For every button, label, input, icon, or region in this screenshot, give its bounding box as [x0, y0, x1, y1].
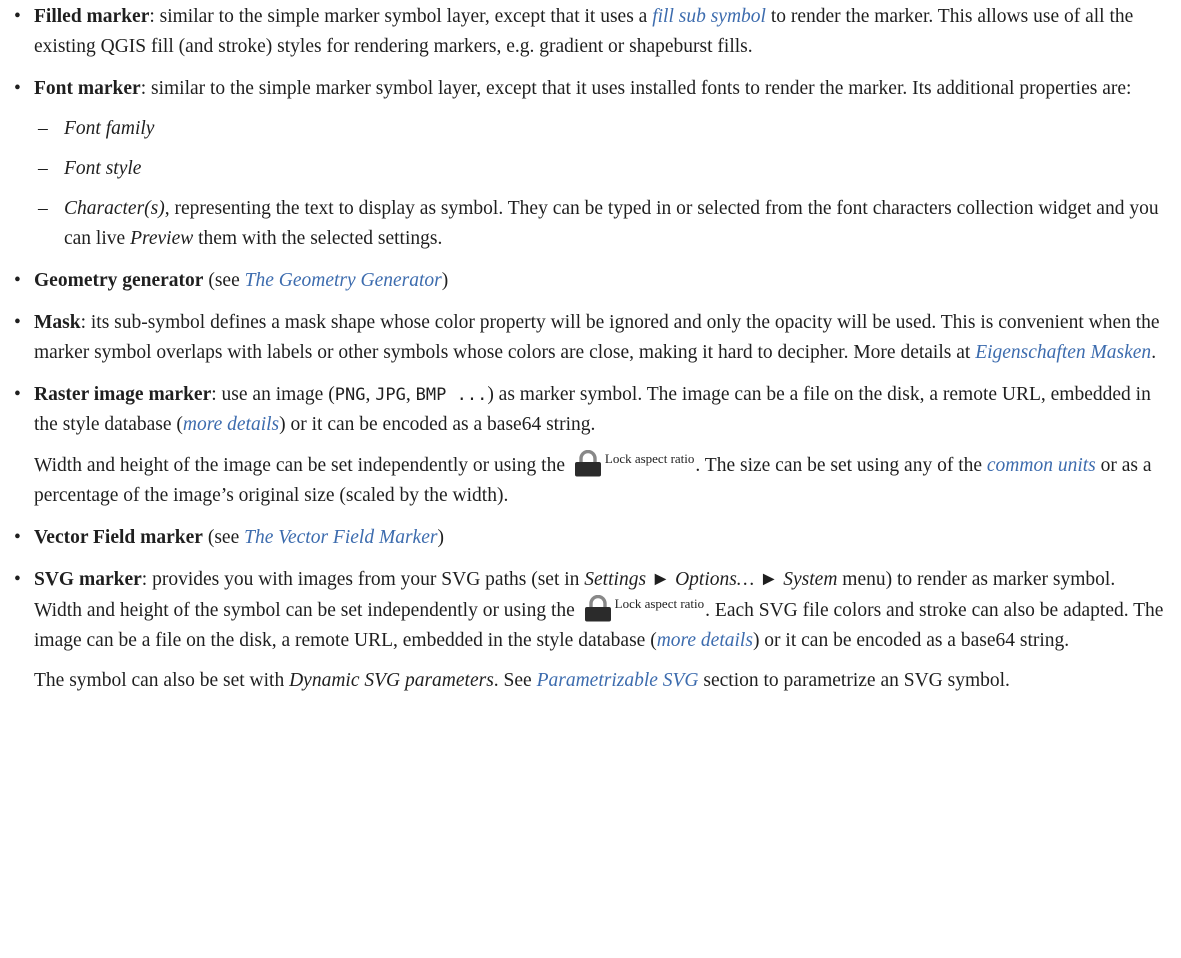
list-item-characters: – Character(s), representing the text to…	[34, 194, 1167, 254]
menu-system: System	[783, 569, 838, 590]
list-item-font-family: – Font family	[34, 114, 1167, 144]
dash: –	[38, 118, 48, 139]
menu-arrow: ►	[646, 569, 676, 590]
list-item-font-marker: • Font marker: similar to the simple mar…	[8, 74, 1167, 254]
term: SVG marker	[34, 569, 142, 590]
bullet: •	[14, 527, 21, 548]
bullet: •	[14, 78, 21, 99]
link-common-units[interactable]: common units	[987, 455, 1096, 476]
bullet: •	[14, 270, 21, 291]
bullet: •	[14, 384, 21, 405]
link-geometry-generator[interactable]: The Geometry Generator	[245, 270, 442, 291]
link-parametrizable-svg[interactable]: Parametrizable SVG	[537, 670, 699, 691]
bullet: •	[14, 6, 21, 27]
term: Vector Field marker	[34, 527, 203, 548]
list-item-vector-field-marker: • Vector Field marker (see The Vector Fi…	[8, 523, 1167, 553]
list-item-raster-image-marker: • Raster image marker: use an image (PNG…	[8, 380, 1167, 511]
marker-type-list: • Filled marker: similar to the simple m…	[8, 2, 1167, 696]
paragraph: Width and height of the image can be set…	[34, 450, 1152, 506]
list-item-geometry-generator: • Geometry generator (see The Geometry G…	[8, 266, 1167, 296]
menu-options: Options…	[675, 569, 755, 590]
list-item-mask: • Mask: its sub-symbol defines a mask sh…	[8, 308, 1167, 368]
list-item-svg-marker: • SVG marker: provides you with images f…	[8, 565, 1167, 696]
bullet: •	[14, 569, 21, 590]
link-more-details[interactable]: more details	[183, 414, 279, 435]
term: Raster image marker	[34, 384, 212, 405]
font-properties-list: – Font family – Font style – Character(s…	[34, 114, 1167, 254]
term: Font marker	[34, 78, 141, 99]
code-jpg: JPG	[375, 385, 406, 405]
link-vector-field-marker[interactable]: The Vector Field Marker	[244, 527, 437, 548]
term: Mask	[34, 312, 81, 333]
lock-icon	[584, 595, 612, 622]
code-bmp: BMP ...	[415, 385, 488, 405]
term: Geometry generator	[34, 270, 204, 291]
link-eigenschaften-masken[interactable]: Eigenschaften Masken	[975, 342, 1151, 363]
link-fill-sub-symbol[interactable]: fill sub symbol	[652, 6, 766, 27]
document-page: • Filled marker: similar to the simple m…	[0, 0, 1181, 696]
menu-arrow: ►	[754, 569, 784, 590]
list-item-filled-marker: • Filled marker: similar to the simple m…	[8, 2, 1167, 62]
bullet: •	[14, 312, 21, 333]
dash: –	[38, 158, 48, 179]
list-item-font-style: – Font style	[34, 154, 1167, 184]
lock-icon	[574, 450, 602, 477]
dash: –	[38, 198, 48, 219]
link-more-details[interactable]: more details	[657, 630, 753, 651]
lock-aspect-ratio-label: Lock aspect ratio	[614, 596, 705, 611]
lock-aspect-ratio-label: Lock aspect ratio	[604, 451, 695, 466]
code-png: PNG	[334, 385, 366, 405]
paragraph: The symbol can also be set with Dynamic …	[34, 670, 1010, 691]
menu-settings: Settings	[584, 569, 647, 590]
term: Filled marker	[34, 6, 150, 27]
